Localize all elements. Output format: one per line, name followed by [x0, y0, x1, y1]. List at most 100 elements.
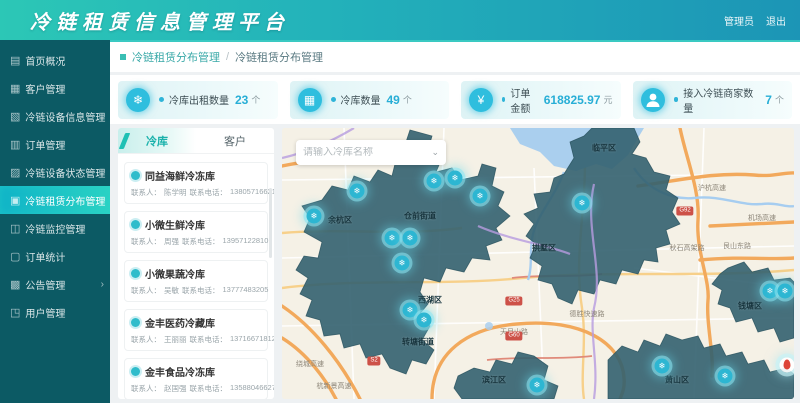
sidebar-item-label: 冷链租赁分布管理 — [25, 193, 105, 208]
map-pin-marker[interactable] — [780, 358, 795, 373]
coldstorage-dot-icon — [131, 367, 140, 376]
sidebar-item-home[interactable]: ▤ 首页概况 — [0, 46, 110, 74]
sidebar-item-device-info[interactable]: ▧ 冷链设备信息管理 — [0, 102, 110, 130]
map-cluster-marker[interactable]: ❄ — [427, 174, 442, 189]
item-title: 金丰食品冷冻库 — [145, 364, 215, 379]
contact-name: 周强 — [164, 236, 179, 247]
road-label: 绕城高速 — [296, 359, 324, 369]
logout-button[interactable]: 退出 — [766, 13, 786, 28]
announcements-icon: ▩ — [10, 278, 20, 291]
sidebar-item-monitoring[interactable]: ◫ 冷链监控管理 — [0, 214, 110, 242]
list-scrollbar[interactable] — [269, 188, 272, 258]
stat-unit: 元 — [603, 93, 612, 106]
stat-card-total-count: ▦ 冷库数量 49 个 — [290, 81, 450, 119]
snowflake-icon: ❄ — [126, 88, 150, 112]
map-search-input[interactable] — [303, 147, 431, 158]
sidebar-item-label: 客户管理 — [25, 81, 65, 96]
facility-list[interactable]: 同益海鲜冷冻库 联系人：陈学明 联系电话：13805716621 小微生鲜冷库 … — [118, 154, 274, 399]
district-label: 钱塘区 — [738, 301, 762, 312]
map-cluster-marker[interactable]: ❄ — [403, 303, 418, 318]
sidebar-item-label: 公告管理 — [25, 277, 65, 292]
dot-icon — [331, 97, 336, 102]
map-cluster-marker[interactable]: ❄ — [473, 189, 488, 204]
list-item[interactable]: 小微果蔬冷库 联系人：吴敏 联系电话：13777483205 — [124, 260, 268, 302]
sidebar-item-customers[interactable]: ▦ 客户管理 — [0, 74, 110, 102]
dot-icon — [674, 97, 679, 102]
contact-name: 吴敏 — [164, 285, 179, 296]
map-cluster-marker[interactable]: ❄ — [350, 184, 365, 199]
road-label: 艮山东路 — [723, 241, 751, 251]
map-cluster-marker[interactable]: ❄ — [448, 171, 463, 186]
chevron-down-icon: ⌄ — [431, 147, 439, 158]
order-stats-icon: ▢ — [10, 250, 20, 263]
stat-label: 冷库数量 — [341, 92, 381, 107]
map-cluster-marker[interactable]: ❄ — [655, 359, 670, 374]
phone-value: 13805716621 — [230, 187, 274, 198]
map-cluster-marker[interactable]: ❄ — [307, 209, 322, 224]
map-cluster-marker[interactable]: ❄ — [718, 369, 733, 384]
stats-row: ❄ 冷库出租数量 23 个 ▦ 冷库数量 49 个 ¥ 订单金额 618825.… — [110, 75, 800, 124]
list-item[interactable]: 金丰食品冷冻库 联系人：赵国强 联系电话：13588046627 — [124, 358, 268, 399]
device-info-icon: ▧ — [10, 110, 20, 123]
sidebar-item-orders[interactable]: ▥ 订单管理 — [0, 130, 110, 158]
list-item[interactable]: 小微生鲜冷库 联系人：周强 联系电话：13957122810 — [124, 211, 268, 253]
coldstorage-dot-icon — [131, 318, 140, 327]
list-item[interactable]: 金丰医药冷藏库 联系人：王丽丽 联系电话：13716671812 — [124, 309, 268, 351]
list-item[interactable]: 同益海鲜冷冻库 联系人：陈学明 联系电话：13805716621 — [124, 162, 268, 204]
map-cluster-marker[interactable]: ❄ — [385, 231, 400, 246]
stat-value: 23 — [235, 93, 248, 107]
district-label: 滨江区 — [482, 375, 506, 386]
sidebar-nav: ▤ 首页概况 ▦ 客户管理 ▧ 冷链设备信息管理 ▥ 订单管理 ▨ 冷链设备状态… — [0, 40, 110, 403]
contact-label: 联系人： — [131, 285, 161, 296]
breadcrumb-parent[interactable]: 冷链租赁分布管理 — [132, 49, 220, 65]
device-status-icon: ▨ — [10, 166, 20, 179]
home-icon: ▤ — [10, 54, 20, 67]
map-cluster-marker[interactable]: ❄ — [530, 378, 545, 393]
distribution-map[interactable]: ⌄ 余杭区仓前街道良渚街道临平区拱墅区西湖区转塘街道滨江区萧山区钱塘区杭长高速沪… — [282, 128, 794, 399]
breadcrumb-marker-icon — [120, 54, 126, 60]
stat-unit: 个 — [251, 93, 260, 106]
stat-card-rented-count: ❄ 冷库出租数量 23 个 — [118, 81, 278, 119]
map-cluster-marker[interactable]: ❄ — [417, 313, 432, 328]
sidebar-item-users[interactable]: ◳ 用户管理 — [0, 298, 110, 326]
phone-label: 联系电话： — [190, 334, 228, 345]
district-label: 转塘街道 — [402, 337, 434, 348]
coldstorage-dot-icon — [131, 269, 140, 278]
facility-list-panel: 冷库 客户 同益海鲜冷冻库 联系人：陈学明 联系电话：13805716621 小… — [118, 128, 274, 399]
sidebar-item-device-status[interactable]: ▨ 冷链设备状态管理 — [0, 158, 110, 186]
sidebar-item-order-stats[interactable]: ▢ 订单统计 — [0, 242, 110, 270]
road-label: 机场高速 — [748, 213, 776, 223]
stat-value: 618825.97 — [544, 93, 601, 107]
map-cluster-marker[interactable]: ❄ — [778, 284, 793, 299]
stat-value: 49 — [387, 93, 400, 107]
map-cluster-marker[interactable]: ❄ — [763, 284, 778, 299]
breadcrumb-current: 冷链租赁分布管理 — [235, 49, 323, 65]
user-icon — [641, 88, 665, 112]
stat-label: 接入冷链商家数量 — [683, 85, 759, 115]
stat-unit: 个 — [775, 93, 784, 106]
chevron-right-icon: › — [101, 279, 104, 290]
sidebar-item-rental-distribution[interactable]: ▣ 冷链租赁分布管理 — [0, 186, 110, 214]
district-label: 西湖区 — [418, 295, 442, 306]
district-label: 临平区 — [592, 143, 616, 154]
item-title: 小微生鲜冷库 — [145, 217, 205, 232]
district-label: 拱墅区 — [532, 243, 556, 254]
stat-unit: 个 — [403, 93, 412, 106]
phone-value: 13588046627 — [230, 383, 274, 394]
customers-icon: ▦ — [10, 82, 20, 95]
map-canvas — [282, 128, 794, 399]
contact-label: 联系人： — [131, 236, 161, 247]
map-cluster-marker[interactable]: ❄ — [395, 256, 410, 271]
rental-distribution-icon: ▣ — [10, 194, 20, 207]
tab-customers[interactable]: 客户 — [196, 128, 274, 153]
stat-card-merchant-count: 接入冷链商家数量 7 个 — [633, 81, 793, 119]
current-user-label: 管理员 — [724, 13, 754, 28]
map-cluster-marker[interactable]: ❄ — [403, 231, 418, 246]
sidebar-item-announcements[interactable]: ▩ 公告管理 › — [0, 270, 110, 298]
road-label: 杭新景高速 — [317, 381, 352, 391]
phone-label: 联系电话： — [182, 236, 220, 247]
road-label: 秋石高架路 — [670, 243, 705, 253]
map-search-box[interactable]: ⌄ — [296, 140, 446, 165]
tab-coldstorage[interactable]: 冷库 — [118, 128, 196, 153]
map-cluster-marker[interactable]: ❄ — [575, 196, 590, 211]
